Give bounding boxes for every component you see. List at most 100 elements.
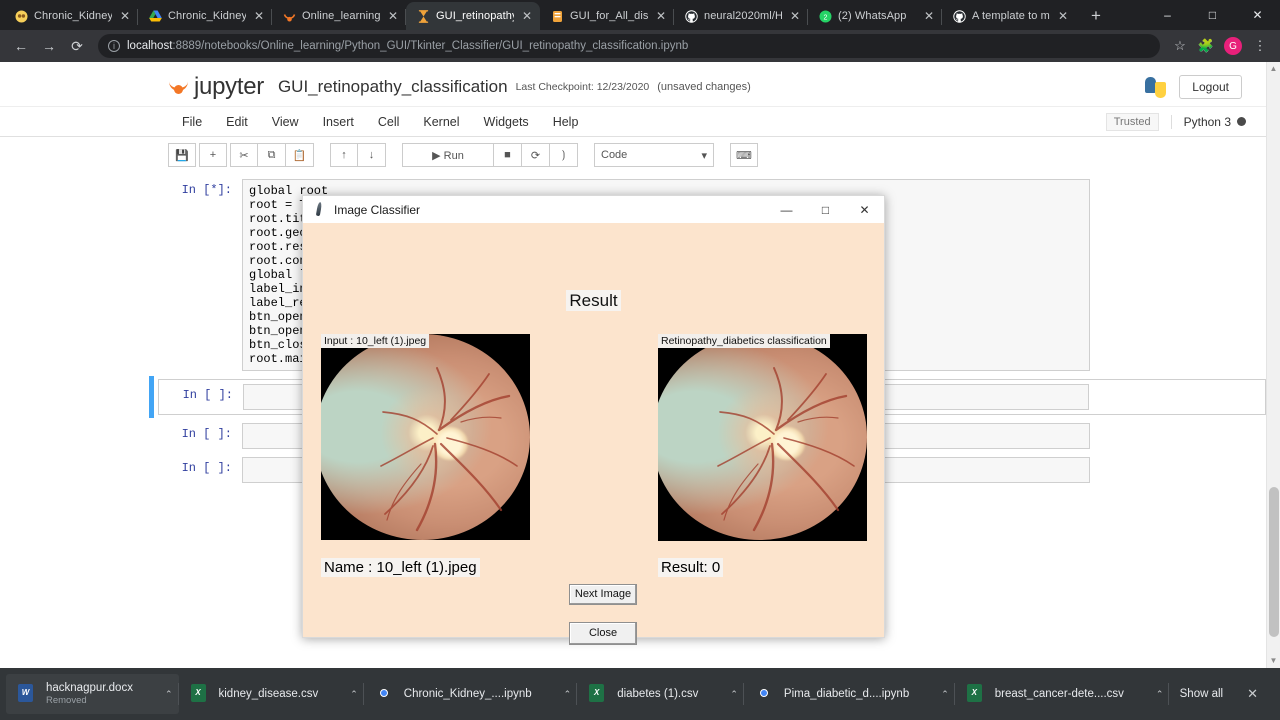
move-cell-down-button[interactable]: ↓ (358, 143, 386, 167)
download-name: diabetes (1).csv (617, 688, 699, 700)
download-item-0[interactable]: W hacknagpur.docx Removed ⌃ (6, 674, 179, 714)
restart-kernel-button[interactable]: ⟳ (522, 143, 550, 167)
menu-insert[interactable]: Insert (311, 115, 366, 129)
menu-kernel[interactable]: Kernel (411, 115, 471, 129)
scroll-up-icon[interactable]: ▲ (1267, 62, 1280, 76)
tab-close-icon[interactable]: ✕ (654, 9, 668, 23)
cell-type-select[interactable]: Code ▾ (594, 143, 714, 167)
show-all-downloads-button[interactable]: Show all (1170, 682, 1233, 706)
site-info-icon[interactable]: i (108, 40, 120, 52)
three-dot-menu-icon[interactable]: ⋮ (1248, 38, 1272, 54)
address-bar-text: localhost:8889/notebooks/Online_learning… (127, 40, 688, 52)
browser-tab-5[interactable]: neural2020ml/Hac... ✕ (674, 2, 808, 30)
browser-tab-6[interactable]: 2 (2) WhatsApp ✕ (808, 2, 942, 30)
command-palette-button[interactable]: ⌨ (730, 143, 758, 167)
close-dialog-button[interactable]: Close (569, 622, 637, 645)
reload-icon[interactable]: ⟳ (64, 33, 90, 59)
input-image-panel: Input : 10_left (1).jpeg (321, 334, 530, 540)
tab-close-icon[interactable]: ✕ (788, 9, 802, 23)
back-icon[interactable]: ← (8, 33, 34, 59)
menu-view[interactable]: View (260, 115, 311, 129)
minimize-icon[interactable]: – (1145, 8, 1190, 22)
download-item-5[interactable]: X breast_cancer-dete....csv ⌃ (955, 674, 1170, 714)
file-name-row: Name : 10_left (1).jpeg (321, 558, 480, 577)
download-item-1[interactable]: X kidney_disease.csv ⌃ (179, 674, 364, 714)
retina-fundus-image-input (321, 334, 530, 540)
close-shelf-icon[interactable]: ✕ (1239, 682, 1266, 706)
jupyter-logo[interactable]: jupyter (168, 73, 264, 101)
run-button[interactable]: ▶ Run (402, 143, 494, 167)
chevron-up-icon[interactable]: ⌃ (730, 689, 738, 700)
move-cell-up-button[interactable]: ↑ (330, 143, 358, 167)
download-name: Chronic_Kidney_....ipynb (403, 688, 532, 700)
tab-close-icon[interactable]: ✕ (520, 9, 534, 23)
dialog-close-button[interactable]: ✕ (845, 196, 884, 223)
browser-tab-1[interactable]: Chronic_Kidney_P... ✕ (138, 2, 272, 30)
menu-edit[interactable]: Edit (214, 115, 260, 129)
puzzle-icon[interactable]: 🧩 (1194, 38, 1218, 54)
result-value-text: Result: 0 (658, 558, 724, 577)
cut-cell-button[interactable]: ✂ (230, 143, 258, 167)
download-item-4[interactable]: Pima_diabetic_d....ipynb ⌃ (744, 674, 955, 714)
paste-cell-button[interactable]: 📋 (286, 143, 314, 167)
classified-image-panel: Retinopathy_diabetics classification (658, 334, 867, 541)
copy-cell-button[interactable]: ⧉ (258, 143, 286, 167)
tab-close-icon[interactable]: ✕ (386, 9, 400, 23)
kernel-busy-dot-icon (1237, 116, 1246, 126)
image-classifier-dialog[interactable]: Image Classifier — □ ✕ Result Input : 10… (302, 195, 885, 645)
python-logo-icon (1145, 76, 1167, 98)
chrome-browser-window: Chronic_Kidney_P... ✕ Chronic_Kidney_P..… (0, 0, 1280, 668)
download-item-2[interactable]: Chronic_Kidney_....ipynb ⌃ (364, 674, 578, 714)
dialog-minimize-button[interactable]: — (767, 196, 806, 223)
browser-tab-4[interactable]: GUI_for_All_diseas... ✕ (540, 2, 674, 30)
chevron-up-icon[interactable]: ⌃ (165, 689, 173, 700)
restart-run-all-button[interactable]: ⟯ (550, 143, 578, 167)
save-button[interactable]: 💾 (168, 143, 196, 167)
tab-close-icon[interactable]: ✕ (252, 9, 266, 23)
menu-cell[interactable]: Cell (366, 115, 412, 129)
browser-tab-label: neural2020ml/Hac... (704, 10, 782, 22)
logout-button[interactable]: Logout (1179, 75, 1242, 99)
chevron-up-icon[interactable]: ⌃ (941, 689, 949, 700)
interrupt-kernel-button[interactable]: ■ (494, 143, 522, 167)
kernel-indicator[interactable]: Python 3 (1170, 114, 1246, 129)
browser-tab-2[interactable]: Online_learning/P... ✕ (272, 2, 406, 30)
browser-tab-3-active[interactable]: GUI_retinopathy_cl... ✕ (406, 2, 540, 30)
excel-csv-icon: X (966, 684, 985, 704)
browser-tab-7[interactable]: A template to mak... ✕ (942, 2, 1076, 30)
menu-help[interactable]: Help (541, 115, 591, 129)
new-tab-button[interactable]: + (1084, 6, 1108, 26)
star-icon[interactable]: ☆ (1168, 38, 1192, 54)
dialog-title: Image Classifier (334, 202, 421, 217)
insert-cell-button[interactable]: + (199, 143, 227, 167)
scroll-down-icon[interactable]: ▼ (1267, 654, 1280, 668)
chevron-up-icon[interactable]: ⌃ (1156, 689, 1164, 700)
tab-strip: Chronic_Kidney_P... ✕ Chronic_Kidney_P..… (0, 0, 1280, 30)
next-image-button[interactable]: Next Image (569, 584, 637, 605)
chevron-up-icon[interactable]: ⌃ (564, 689, 572, 700)
notebook-title[interactable]: GUI_retinopathy_classification (278, 77, 508, 97)
address-bar[interactable]: i localhost:8889/notebooks/Online_learni… (98, 34, 1160, 58)
close-icon[interactable]: ✕ (1235, 8, 1280, 22)
browser-tab-label: Chronic_Kidney_P... (34, 10, 112, 22)
result-heading-text: Result (566, 290, 621, 311)
forward-icon[interactable]: → (36, 33, 62, 59)
dialog-maximize-button[interactable]: □ (806, 196, 845, 223)
tab-close-icon[interactable]: ✕ (922, 9, 936, 23)
scrollbar-thumb[interactable] (1269, 487, 1279, 637)
tab-close-icon[interactable]: ✕ (1056, 9, 1070, 23)
download-item-3[interactable]: X diabetes (1).csv ⌃ (577, 674, 744, 714)
excel-csv-icon: X (589, 684, 607, 704)
avatar[interactable]: G (1224, 37, 1242, 55)
menu-widgets[interactable]: Widgets (472, 115, 541, 129)
url-host: localhost (127, 40, 173, 52)
chevron-up-icon[interactable]: ⌃ (350, 689, 358, 700)
tab-close-icon[interactable]: ✕ (118, 9, 132, 23)
menu-file[interactable]: File (170, 115, 214, 129)
maximize-icon[interactable]: □ (1190, 8, 1235, 22)
download-name: hacknagpur.docx (46, 682, 133, 694)
browser-tab-label: (2) WhatsApp (838, 10, 907, 22)
browser-tab-0[interactable]: Chronic_Kidney_P... ✕ (4, 2, 138, 30)
page-scrollbar[interactable]: ▲ ▼ (1266, 62, 1280, 668)
dialog-title-bar[interactable]: Image Classifier — □ ✕ (303, 196, 884, 223)
